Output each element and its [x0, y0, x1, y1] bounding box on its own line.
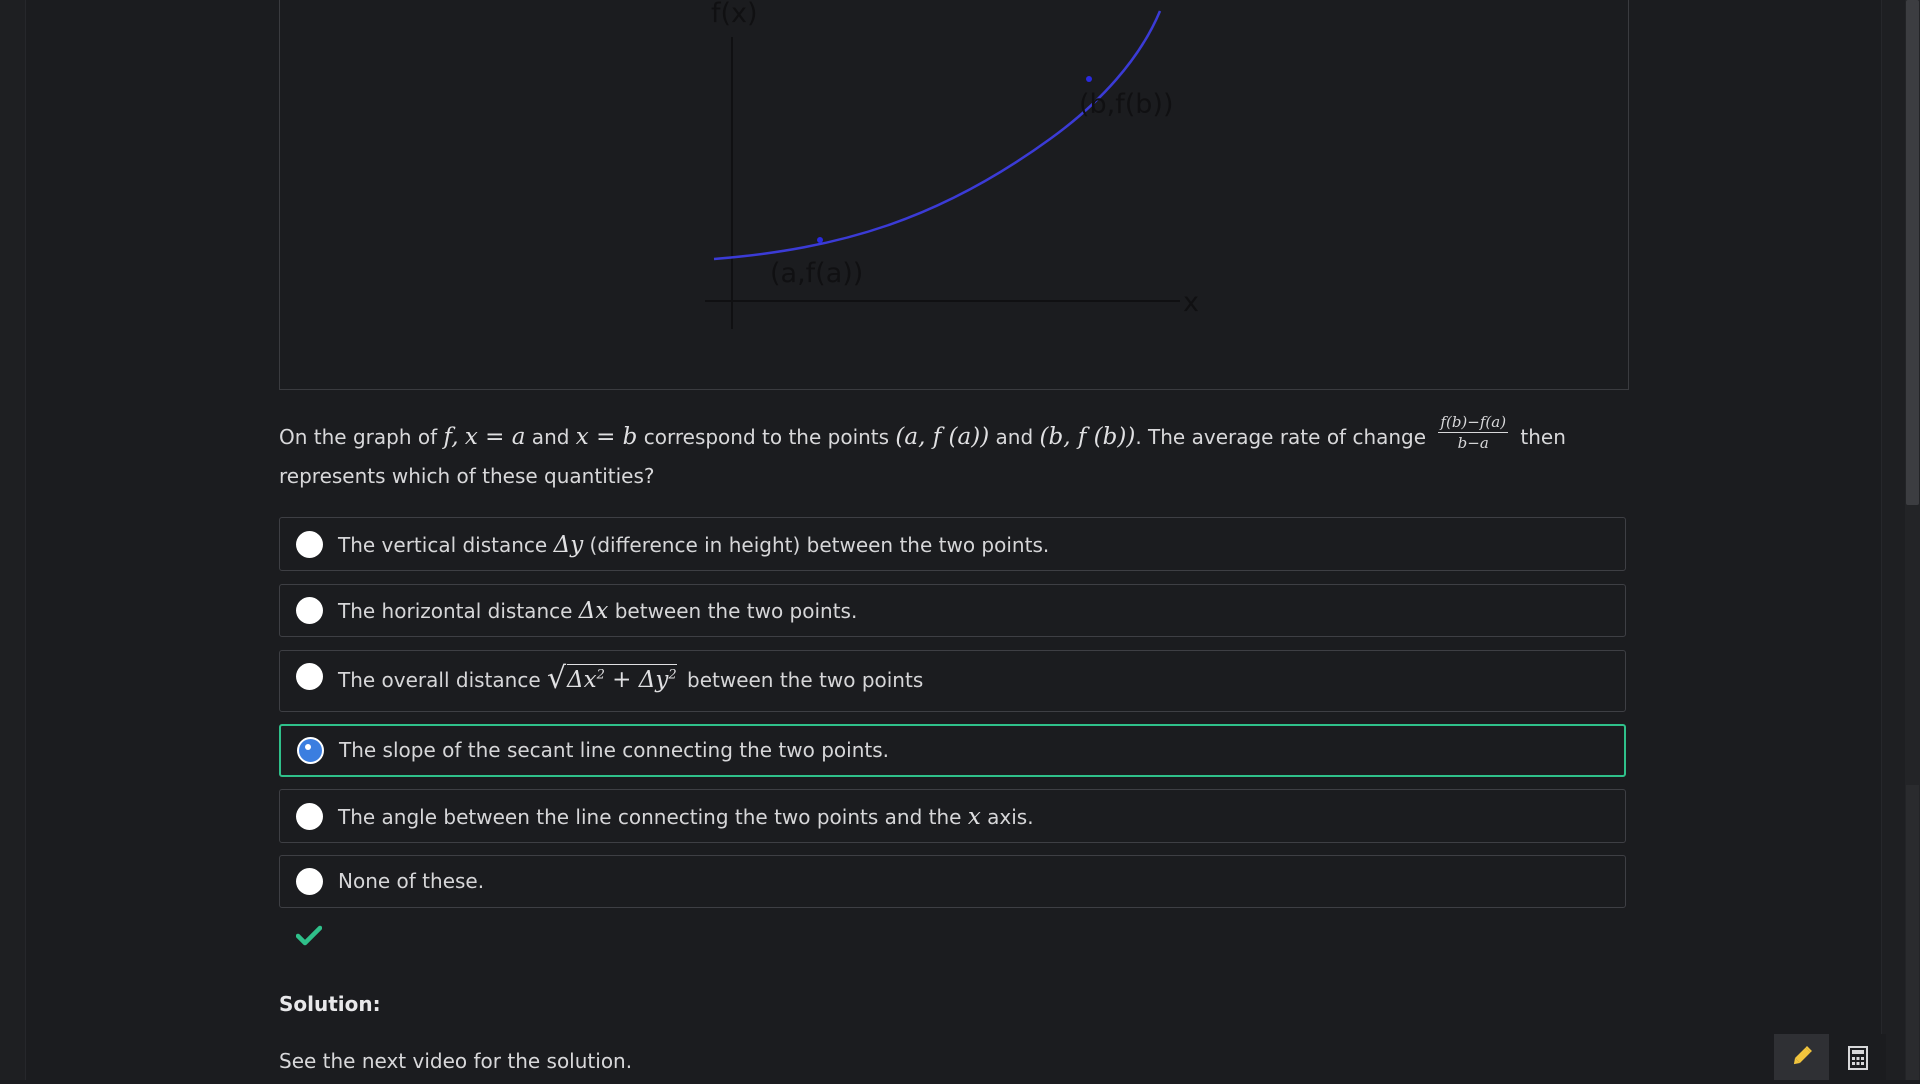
answer-option-6[interactable]: None of these.	[279, 855, 1626, 908]
option-label: The horizontal distance Δx between the t…	[338, 598, 857, 624]
scrollbar-lower-region	[1906, 785, 1919, 1080]
sqrt-sign: √	[546, 661, 567, 696]
question-part: and	[989, 425, 1040, 449]
option-label: The slope of the secant line connecting …	[339, 738, 890, 762]
page: f(x) x (a,f(a)) (b,f(b)) On the graph of…	[0, 0, 1920, 1080]
option-label: The overall distance √ Δx2 + Δy2 between …	[338, 661, 924, 696]
math-term: Δx	[566, 667, 597, 693]
y-axis-label: f(x)	[711, 0, 758, 29]
option-text: between the two points.	[608, 599, 858, 623]
point-a-label: (a,f(a))	[770, 258, 863, 289]
point-b-label: (b,f(b))	[1079, 89, 1174, 120]
math-point-b: (b, f (b))	[1039, 424, 1136, 450]
graph-svg: f(x) x (a,f(a)) (b,f(b))	[705, 0, 1199, 329]
option-text: The horizontal distance	[338, 599, 579, 623]
left-gutter	[0, 0, 26, 1080]
radio-button[interactable]	[296, 531, 323, 558]
point-a-marker	[817, 237, 823, 243]
answer-option-5[interactable]: The angle between the line connecting th…	[279, 789, 1626, 843]
radio-button-checked[interactable]	[297, 737, 324, 764]
math-delta-x: Δx	[578, 598, 609, 624]
answer-option-3[interactable]: The overall distance √ Δx2 + Δy2 between …	[279, 650, 1626, 712]
rate-of-change-fraction: f(b)−f(a) b−a	[1438, 412, 1509, 453]
radio-button[interactable]	[296, 597, 323, 624]
math-x-equals-b: x = b	[575, 424, 638, 450]
math-comma: ,	[451, 424, 459, 450]
pencil-icon	[1793, 1046, 1812, 1065]
point-b-marker	[1086, 76, 1092, 82]
graph-figure: f(x) x (a,f(a)) (b,f(b))	[279, 0, 1629, 390]
radio-button[interactable]	[296, 868, 323, 895]
calculator-button[interactable]	[1831, 1034, 1886, 1080]
question-part: and	[525, 425, 576, 449]
option-label: The angle between the line connecting th…	[338, 804, 1034, 830]
math-x-equals-a: x = a	[464, 424, 526, 450]
question-part: correspond to the points	[637, 425, 896, 449]
solution-text: See the next video for the solution.	[279, 1049, 633, 1073]
option-text: The vertical distance	[338, 533, 554, 557]
option-text: The overall distance	[338, 668, 547, 692]
checkmark-icon	[296, 925, 322, 946]
option-label: None of these.	[338, 869, 485, 893]
solution-title: Solution:	[279, 992, 381, 1016]
option-text: between the two points	[680, 668, 924, 692]
answer-option-1[interactable]: The vertical distance Δy (difference in …	[279, 517, 1626, 571]
math-x: x	[967, 804, 981, 830]
calculator-icon	[1848, 1046, 1868, 1070]
option-text: The angle between the line connecting th…	[338, 805, 968, 829]
function-curve	[713, 10, 1162, 261]
math-sqrt-distance: √ Δx2 + Δy2	[547, 661, 677, 696]
x-axis-label: x	[1183, 287, 1199, 318]
math-exponent: 2	[596, 667, 605, 683]
option-text: (difference in height) between the two p…	[583, 533, 1050, 557]
question-part: On the graph of	[279, 425, 444, 449]
fraction-denominator: b−a	[1457, 434, 1489, 452]
option-text: axis.	[980, 805, 1034, 829]
pencil-button[interactable]	[1774, 1034, 1829, 1080]
scrollbar-thumb[interactable]	[1906, 0, 1919, 505]
answer-option-2[interactable]: The horizontal distance Δx between the t…	[279, 584, 1626, 637]
right-gutter	[1881, 0, 1906, 1080]
radio-button[interactable]	[296, 803, 323, 830]
question-text: On the graph of f, x = a and x = b corre…	[279, 413, 1639, 493]
question-part: . The average rate of change	[1135, 425, 1433, 449]
answer-option-4[interactable]: The slope of the secant line connecting …	[279, 724, 1626, 777]
sqrt-radicand: Δx2 + Δy2	[566, 664, 677, 693]
math-term: + Δy	[604, 667, 669, 693]
fraction-numerator: f(b)−f(a)	[1438, 413, 1509, 433]
math-delta-y: Δy	[553, 532, 584, 558]
radio-button[interactable]	[296, 663, 323, 690]
option-label: The vertical distance Δy (difference in …	[338, 532, 1049, 558]
math-point-a: (a, f (a))	[895, 424, 990, 450]
math-exponent: 2	[668, 667, 677, 683]
